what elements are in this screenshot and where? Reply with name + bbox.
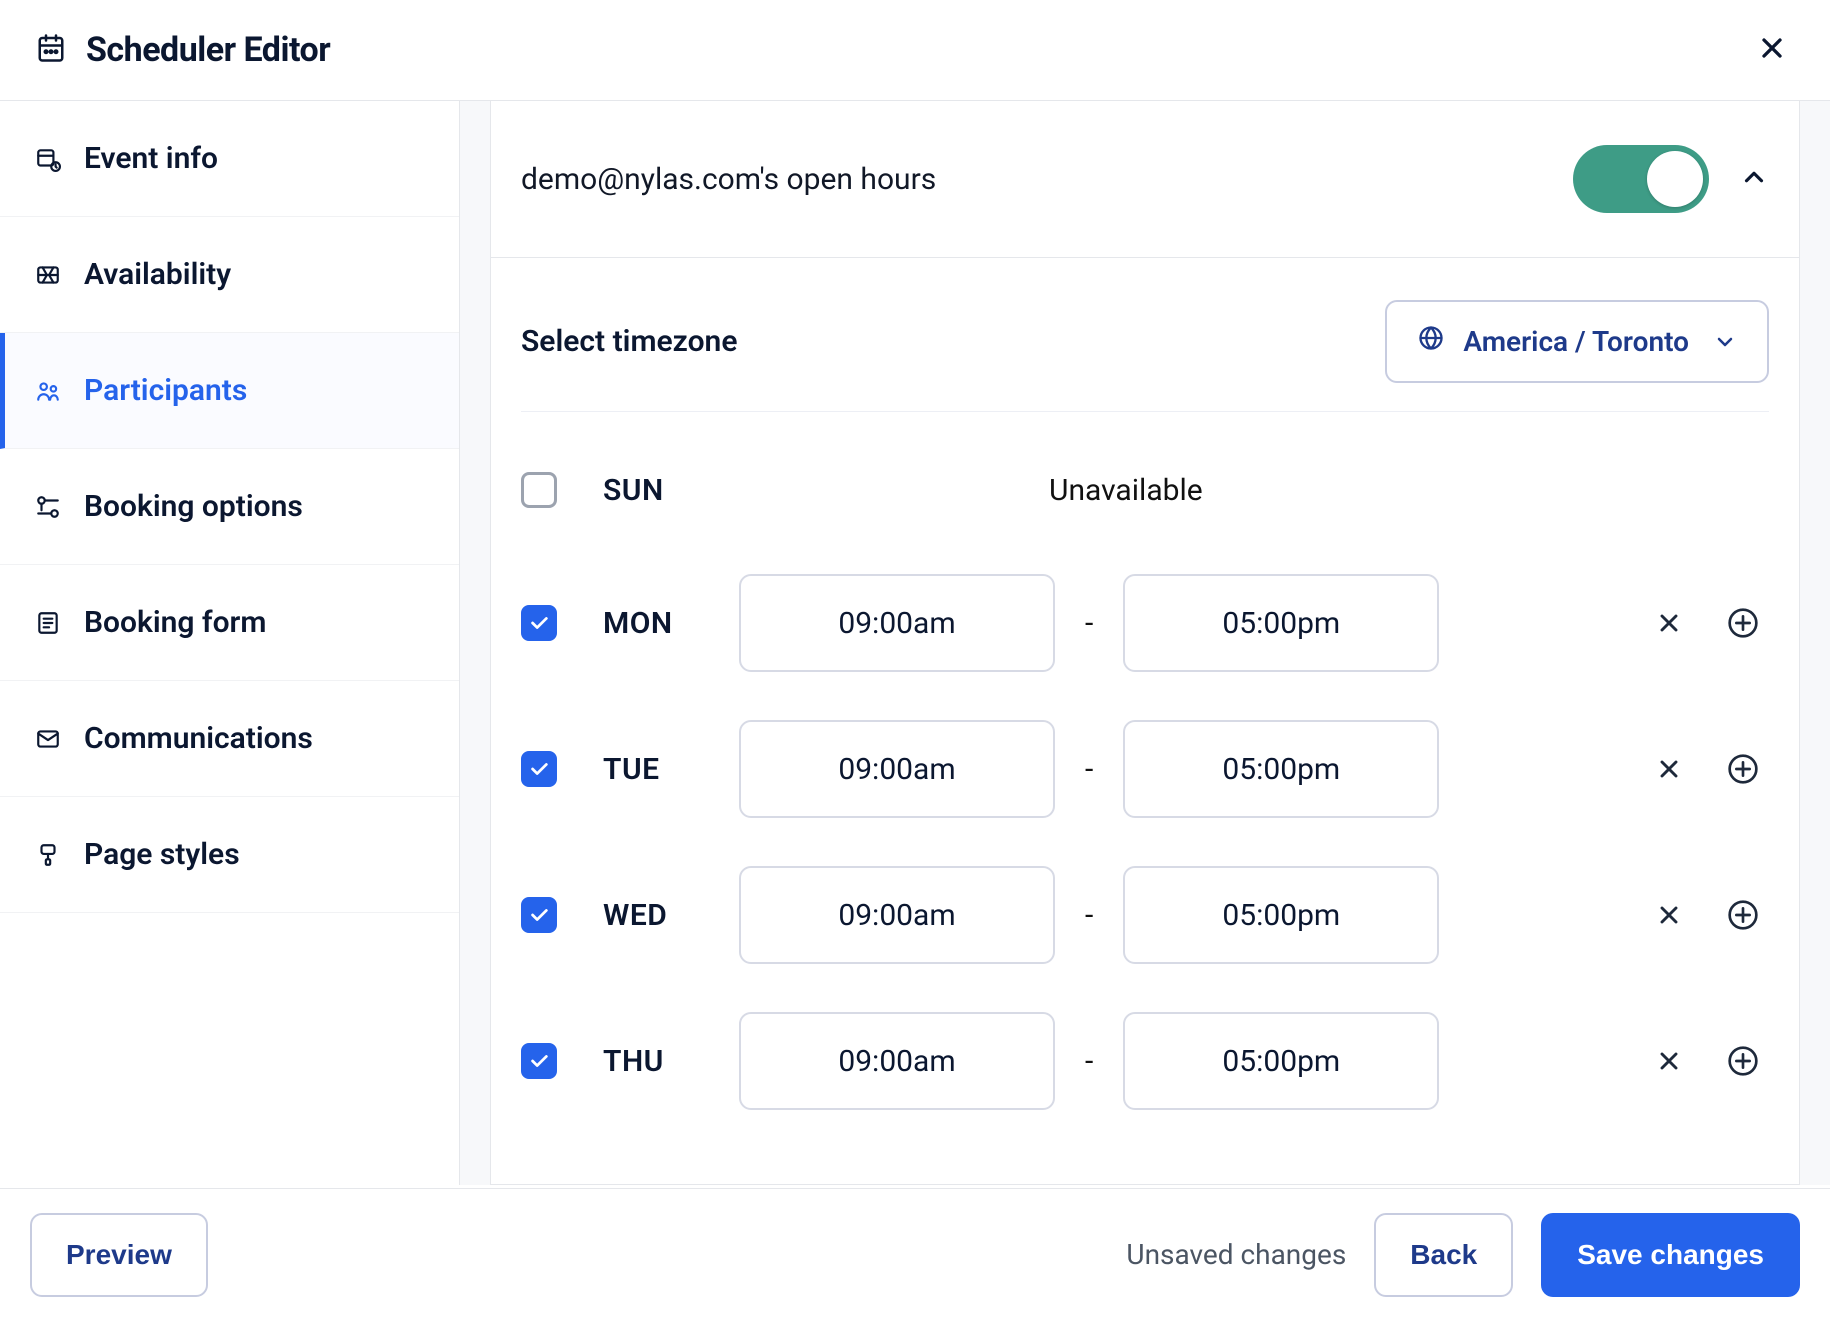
preview-button[interactable]: Preview (30, 1213, 208, 1297)
day-checkbox-mon[interactable] (521, 605, 557, 641)
timezone-row: Select timezone America / Toronto (491, 258, 1799, 411)
close-button[interactable] (1750, 26, 1794, 74)
main-content: demo@nylas.com's open hours Select timez… (460, 101, 1830, 1185)
footer: Preview Unsaved changes Back Save change… (0, 1188, 1830, 1320)
open-hours-panel: demo@nylas.com's open hours Select timez… (490, 101, 1800, 1185)
day-row-mon: MON 09:00am - 05:00pm (521, 550, 1769, 696)
days-list: SUN Unavailable MON 09:00am - 05:00pm (491, 412, 1799, 1134)
remove-slot-button[interactable] (1655, 755, 1683, 783)
time-slot: 09:00am - 05:00pm (739, 866, 1629, 964)
people-icon (34, 377, 62, 405)
day-row-wed: WED 09:00am - 05:00pm (521, 842, 1769, 988)
page-title: Scheduler Editor (86, 30, 330, 70)
chevron-up-icon[interactable] (1739, 162, 1769, 196)
sidebar-item-booking-options[interactable]: Booking options (0, 449, 459, 565)
start-time-input[interactable]: 09:00am (739, 1012, 1055, 1110)
globe-icon (1417, 324, 1445, 359)
start-time-input[interactable]: 09:00am (739, 720, 1055, 818)
sidebar-item-label: Booking form (84, 605, 266, 640)
day-label: TUE (603, 752, 713, 787)
sidebar-item-availability[interactable]: Availability (0, 217, 459, 333)
add-slot-button[interactable] (1727, 1045, 1759, 1077)
day-checkbox-sun[interactable] (521, 472, 557, 508)
time-slot: 09:00am - 05:00pm (739, 1012, 1629, 1110)
day-label: THU (603, 1044, 713, 1079)
day-label: WED (603, 898, 713, 933)
start-time-input[interactable]: 09:00am (739, 574, 1055, 672)
time-separator: - (1085, 752, 1093, 787)
calendar-info-icon (34, 145, 62, 173)
end-time-input[interactable]: 05:00pm (1123, 574, 1439, 672)
mail-icon (34, 725, 62, 753)
timezone-label: Select timezone (521, 324, 737, 359)
day-row-thu: THU 09:00am - 05:00pm (521, 988, 1769, 1134)
sidebar-item-participants[interactable]: Participants (0, 333, 459, 449)
day-label: MON (603, 606, 713, 641)
panel-header: demo@nylas.com's open hours (491, 101, 1799, 258)
sidebar-item-booking-form[interactable]: Booking form (0, 565, 459, 681)
open-hours-toggle[interactable] (1573, 145, 1709, 213)
day-row-tue: TUE 09:00am - 05:00pm (521, 696, 1769, 842)
chevron-down-icon (1713, 330, 1737, 354)
time-separator: - (1085, 606, 1093, 641)
remove-slot-button[interactable] (1655, 1047, 1683, 1075)
sidebar-item-page-styles[interactable]: Page styles (0, 797, 459, 913)
booking-options-icon (34, 493, 62, 521)
time-slot: 09:00am - 05:00pm (739, 574, 1629, 672)
back-button[interactable]: Back (1374, 1213, 1513, 1297)
add-slot-button[interactable] (1727, 753, 1759, 785)
sidebar-item-label: Booking options (84, 489, 303, 524)
sidebar-item-label: Availability (84, 257, 231, 292)
day-checkbox-wed[interactable] (521, 897, 557, 933)
time-slot: 09:00am - 05:00pm (739, 720, 1629, 818)
sidebar-item-event-info[interactable]: Event info (0, 101, 459, 217)
day-row-sun: SUN Unavailable (521, 430, 1769, 550)
paint-icon (34, 841, 62, 869)
status-text: Unsaved changes (1126, 1238, 1346, 1271)
start-time-input[interactable]: 09:00am (739, 866, 1055, 964)
app-header: Scheduler Editor (0, 0, 1830, 101)
end-time-input[interactable]: 05:00pm (1123, 720, 1439, 818)
sidebar: Event info Availability Participants Boo… (0, 101, 460, 1185)
timezone-value: America / Toronto (1463, 325, 1689, 358)
panel-title: demo@nylas.com's open hours (521, 162, 936, 197)
remove-slot-button[interactable] (1655, 901, 1683, 929)
remove-slot-button[interactable] (1655, 609, 1683, 637)
form-icon (34, 609, 62, 637)
day-checkbox-thu[interactable] (521, 1043, 557, 1079)
unavailable-text: Unavailable (739, 473, 1769, 508)
end-time-input[interactable]: 05:00pm (1123, 1012, 1439, 1110)
time-separator: - (1085, 1044, 1093, 1079)
timezone-select[interactable]: America / Toronto (1385, 300, 1769, 383)
toggle-knob (1647, 151, 1703, 207)
sidebar-item-label: Communications (84, 721, 313, 756)
sidebar-item-label: Event info (84, 141, 218, 176)
availability-icon (34, 261, 62, 289)
calendar-icon (36, 33, 66, 67)
time-separator: - (1085, 898, 1093, 933)
day-label: SUN (603, 473, 713, 508)
add-slot-button[interactable] (1727, 607, 1759, 639)
save-button[interactable]: Save changes (1541, 1213, 1800, 1297)
sidebar-item-label: Participants (84, 373, 247, 408)
sidebar-item-label: Page styles (84, 837, 240, 872)
add-slot-button[interactable] (1727, 899, 1759, 931)
sidebar-item-communications[interactable]: Communications (0, 681, 459, 797)
end-time-input[interactable]: 05:00pm (1123, 866, 1439, 964)
day-checkbox-tue[interactable] (521, 751, 557, 787)
